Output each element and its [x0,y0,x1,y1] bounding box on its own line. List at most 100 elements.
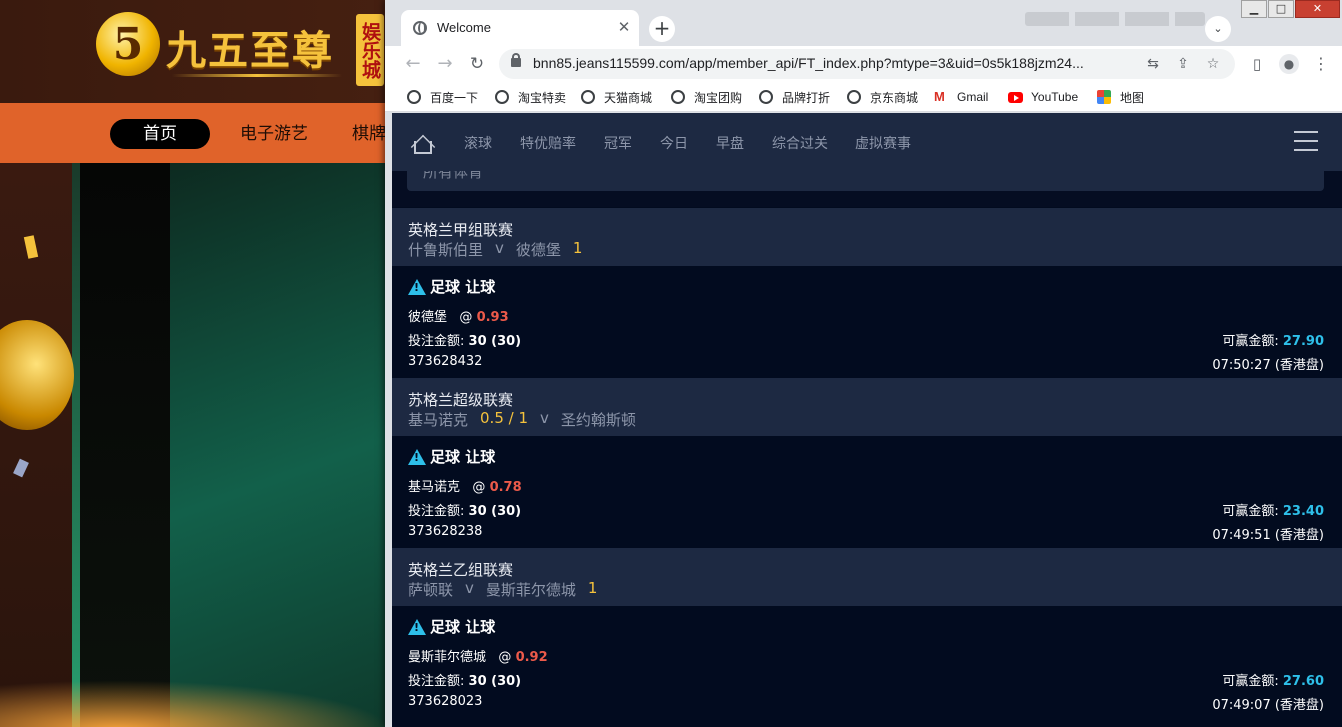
reload-icon[interactable]: ↻ [465,52,489,76]
bookmark-label: 淘宝特卖 [518,90,567,105]
address-bar[interactable]: bnn85.jeans115599.com/app/member_api/FT_… [499,49,1235,79]
tab-today[interactable]: 今日 [660,133,688,153]
odds-value: 0.92 [515,650,548,665]
globe-icon [847,90,861,104]
more-menu-icon[interactable]: ⋮ [1311,54,1331,74]
bookmark-star-icon[interactable]: ☆ [1203,54,1223,74]
back-arrow-icon[interactable]: ← [401,52,425,76]
hamburger-menu-icon[interactable] [1294,131,1318,151]
pick-team: 基马诺克 [408,480,461,495]
banner-teal-panel [170,163,392,727]
warning-icon [408,278,426,295]
stake: 投注金额: 30 (30) [408,670,521,689]
bet-type-label: 足球 让球 [430,278,496,296]
at-sign: @ [472,480,486,495]
odds-value: 0.78 [489,480,522,495]
bookmark-tmall[interactable]: 天猫商城 [581,88,652,106]
odds-value: 0.93 [476,310,509,325]
win-value: 27.60 [1282,674,1324,689]
win-label: 可赢金额: [1222,674,1279,689]
at-sign: @ [498,650,512,665]
bet-record: 足球 让球 曼斯菲尔德城 @ 0.92 投注金额: 30 (30) 可赢金额: … [392,606,1342,718]
casino-nav-home[interactable]: 首页 [110,119,210,149]
bet-record: 足球 让球 彼德堡 @ 0.93 投注金额: 30 (30) 可赢金额: 27.… [392,266,1342,378]
bet-type-label: 足球 让球 [430,618,496,636]
bet-pick: 基马诺克 @ 0.78 [408,476,522,495]
casino-nav-slots[interactable]: 电子游艺 [240,119,308,149]
home-base [414,141,432,154]
bet-pick: 曼斯菲尔德城 @ 0.92 [408,646,548,665]
handicap: 1 [587,579,598,597]
warning-icon [408,618,426,635]
bet-record: 足球 让球 基马诺克 @ 0.78 投注金额: 30 (30) 可赢金额: 23… [392,436,1342,548]
stake-value: 30 (30) [468,334,522,349]
bookmark-gmail[interactable]: M Gmail [934,88,988,106]
bookmark-baidu[interactable]: 百度一下 [407,88,478,106]
forward-arrow-icon[interactable]: → [433,52,457,76]
stake-label: 投注金额: [408,674,465,689]
casino-logo-icon: 5 [96,12,160,76]
stake-value: 30 (30) [468,504,522,519]
close-tab-icon[interactable]: ✕ [615,18,633,36]
window-close-icon[interactable]: ✕ [1295,0,1340,18]
casino-nav-cards[interactable]: 棋牌 [352,119,386,149]
url-text[interactable]: bnn85.jeans115599.com/app/member_api/FT_… [533,55,1133,71]
bookmark-label: YouTube [1031,90,1079,104]
away-team: 曼斯菲尔德城 [485,581,576,599]
away-team: 圣约翰斯顿 [560,411,636,429]
bookmark-label: 淘宝团购 [694,90,743,105]
vs-label: v [540,409,549,427]
bookmark-brand-discount[interactable]: 品牌打折 [759,88,830,106]
pick-team: 曼斯菲尔德城 [408,650,487,665]
pick-team: 彼德堡 [408,310,448,325]
bookmarks-bar: 百度一下 淘宝特卖 天猫商城 淘宝团购 品牌打折 京东商城 M Gmail You… [385,82,1342,112]
new-tab-button[interactable]: + [649,16,675,42]
bookmark-youtube[interactable]: YouTube [1008,88,1078,106]
bookmark-taobao-sale[interactable]: 淘宝特卖 [495,88,566,106]
maximize-icon[interactable]: □ [1268,0,1294,18]
globe-icon [759,90,773,104]
globe-icon [671,90,685,104]
stake-label: 投注金额: [408,504,465,519]
bet-type-label: 足球 让球 [430,448,496,466]
bet-time: 07:50:27 (香港盘) [1212,358,1324,373]
profile-avatar-icon[interactable]: ● [1279,54,1299,74]
side-panel-icon[interactable]: ▯ [1247,54,1267,74]
handicap: 0.5 / 1 [480,409,529,427]
match-teams: 什鲁斯伯里 v 彼德堡 1 [408,239,594,260]
bet-time: 07:49:07 (香港盘) [1212,698,1324,713]
stake: 投注金额: 30 (30) [408,330,521,349]
win-value: 23.40 [1282,504,1324,519]
potential-win: 可赢金额: 23.40 [1222,500,1324,519]
bookmark-jd[interactable]: 京东商城 [847,88,918,106]
tab-early[interactable]: 早盘 [716,133,744,153]
bet-type: 足球 让球 [408,616,495,637]
lock-icon[interactable] [511,53,521,67]
home-icon[interactable] [410,129,436,160]
tab-parlay[interactable]: 综合过关 [772,133,828,153]
globe-icon [495,90,509,104]
globe-icon [413,21,427,35]
tab-search-icon[interactable]: ⌄ [1205,16,1231,42]
tab-welcome[interactable]: Welcome ✕ [401,10,639,46]
handicap: 1 [572,239,583,257]
bet-pick: 彼德堡 @ 0.93 [408,306,509,325]
potential-win: 可赢金额: 27.90 [1222,330,1324,349]
minimize-icon[interactable]: ▁ [1241,0,1267,18]
tab-best-odds[interactable]: 特优赔率 [520,133,576,153]
home-team: 萨顿联 [408,581,454,599]
translate-icon[interactable]: ⇆ [1143,54,1163,74]
share-icon[interactable]: ⇪ [1173,54,1193,74]
bookmark-taobao-group[interactable]: 淘宝团购 [671,88,742,106]
bookmark-maps[interactable]: 地图 [1097,88,1144,106]
sport-filter-select[interactable]: 所有体育 [407,171,1324,191]
win-label: 可赢金额: [1222,334,1279,349]
stake: 投注金额: 30 (30) [408,500,521,519]
tab-outright[interactable]: 冠军 [604,133,632,153]
logo-underline [172,74,342,77]
sports-nav: 滚球 特优赔率 冠军 今日 早盘 综合过关 虚拟赛事 [392,113,1342,171]
bookmark-label: 地图 [1120,90,1145,105]
banner-panel-edge [72,163,80,727]
tab-live[interactable]: 滚球 [464,133,492,153]
tab-virtual[interactable]: 虚拟赛事 [855,133,911,153]
